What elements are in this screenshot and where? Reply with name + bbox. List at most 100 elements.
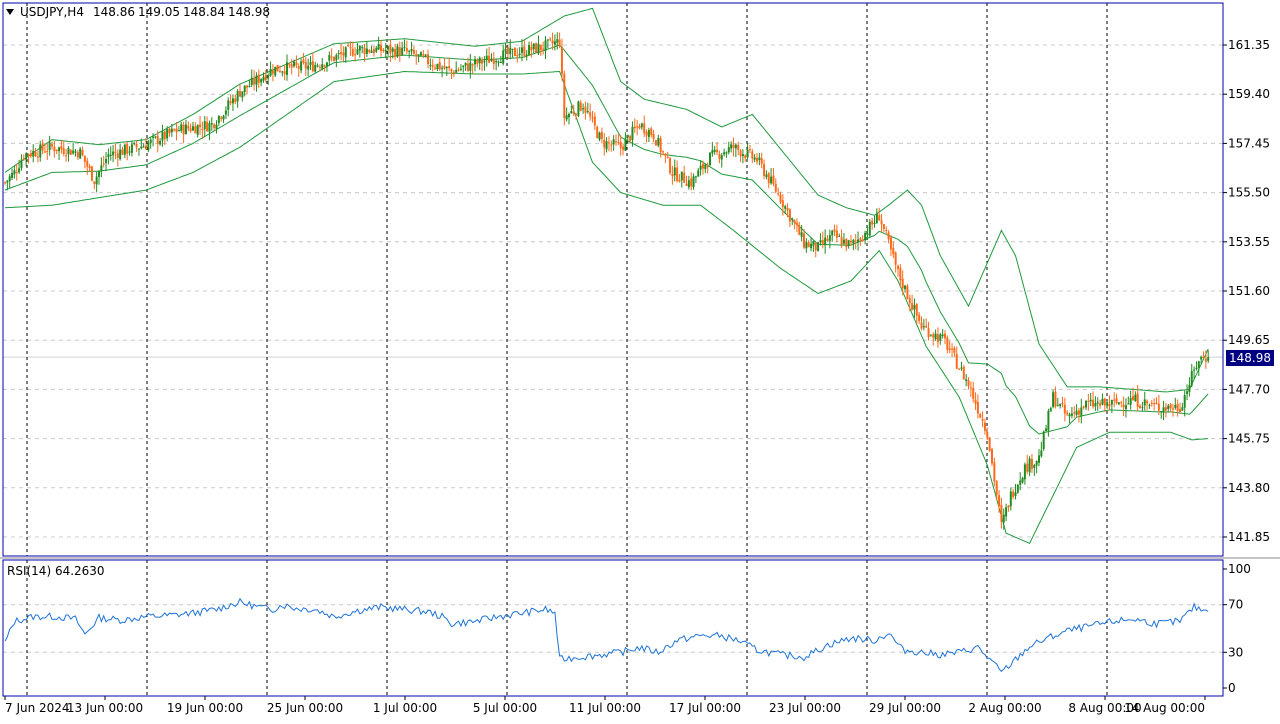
candle-body[interactable] bbox=[546, 39, 549, 41]
candle-body[interactable] bbox=[619, 142, 622, 148]
candle-body[interactable] bbox=[53, 146, 56, 152]
candle-body[interactable] bbox=[307, 65, 310, 70]
candle-body[interactable] bbox=[488, 55, 491, 63]
candle-body[interactable] bbox=[948, 348, 951, 351]
candle-body[interactable] bbox=[137, 148, 140, 150]
candle-body[interactable] bbox=[1054, 391, 1057, 407]
candle-body[interactable] bbox=[1021, 477, 1024, 483]
candle-body[interactable] bbox=[380, 45, 382, 52]
candle-body[interactable] bbox=[593, 116, 596, 126]
candle-body[interactable] bbox=[398, 47, 401, 56]
candle-body[interactable] bbox=[145, 145, 147, 150]
candle-body[interactable] bbox=[403, 46, 406, 48]
candle-body[interactable] bbox=[415, 54, 418, 57]
candle-body[interactable] bbox=[622, 146, 625, 150]
candle-body[interactable] bbox=[1110, 399, 1113, 405]
candle-body[interactable] bbox=[687, 180, 690, 188]
candle-body[interactable] bbox=[8, 176, 11, 182]
candle-body[interactable] bbox=[1007, 505, 1010, 508]
candle-body[interactable] bbox=[857, 239, 860, 243]
candle-body[interactable] bbox=[572, 112, 575, 114]
candle-body[interactable] bbox=[481, 59, 484, 64]
candle-body[interactable] bbox=[478, 57, 481, 64]
candle-body[interactable] bbox=[387, 46, 390, 50]
candle-body[interactable] bbox=[706, 166, 709, 168]
candle-body[interactable] bbox=[866, 233, 869, 235]
candle-body[interactable] bbox=[709, 152, 711, 166]
candle-body[interactable] bbox=[904, 285, 907, 290]
candle-body[interactable] bbox=[337, 53, 340, 55]
candle-body[interactable] bbox=[751, 151, 754, 159]
candle-body[interactable] bbox=[323, 65, 326, 67]
candle-body[interactable] bbox=[229, 101, 232, 104]
candle-body[interactable] bbox=[250, 77, 253, 85]
candle-body[interactable] bbox=[998, 495, 1001, 507]
candle-body[interactable] bbox=[1197, 361, 1200, 368]
candle-body[interactable] bbox=[523, 46, 526, 56]
candle-body[interactable] bbox=[662, 151, 664, 153]
candle-body[interactable] bbox=[1193, 369, 1196, 371]
candle-body[interactable] bbox=[556, 39, 559, 43]
candle-body[interactable] bbox=[208, 123, 211, 132]
candle-body[interactable] bbox=[90, 166, 93, 181]
candle-body[interactable] bbox=[88, 166, 91, 168]
candle-body[interactable] bbox=[297, 66, 300, 69]
candle-body[interactable] bbox=[483, 61, 486, 63]
candle-body[interactable] bbox=[210, 123, 213, 125]
candle-body[interactable] bbox=[1200, 356, 1203, 360]
candle-body[interactable] bbox=[29, 153, 32, 157]
candle-body[interactable] bbox=[199, 124, 202, 128]
candle-body[interactable] bbox=[1195, 367, 1198, 369]
candle-body[interactable] bbox=[170, 128, 173, 133]
candle-body[interactable] bbox=[1171, 408, 1174, 410]
candle-body[interactable] bbox=[850, 240, 852, 243]
candle-body[interactable] bbox=[257, 74, 260, 83]
candle-body[interactable] bbox=[673, 167, 676, 176]
candle-body[interactable] bbox=[976, 402, 979, 414]
candle-body[interactable] bbox=[213, 124, 216, 128]
candle-body[interactable] bbox=[753, 157, 756, 160]
candle-body[interactable] bbox=[727, 147, 730, 153]
candle-body[interactable] bbox=[1134, 394, 1137, 401]
candle-body[interactable] bbox=[1099, 403, 1102, 406]
candle-body[interactable] bbox=[953, 347, 956, 353]
candle-body[interactable] bbox=[365, 48, 368, 54]
candle-body[interactable] bbox=[476, 60, 479, 64]
candle-body[interactable] bbox=[577, 101, 580, 116]
candle-body[interactable] bbox=[911, 302, 914, 311]
candle-body[interactable] bbox=[1167, 405, 1170, 410]
candle-body[interactable] bbox=[772, 175, 775, 184]
candle-body[interactable] bbox=[1033, 465, 1036, 468]
candle-body[interactable] bbox=[760, 158, 763, 164]
candle-body[interactable] bbox=[603, 139, 606, 148]
candle-body[interactable] bbox=[168, 128, 171, 134]
candle-body[interactable] bbox=[539, 44, 542, 50]
candle-body[interactable] bbox=[852, 239, 855, 244]
candle-body[interactable] bbox=[464, 62, 467, 66]
candle-body[interactable] bbox=[927, 328, 930, 338]
candle-body[interactable] bbox=[626, 134, 629, 138]
candle-body[interactable] bbox=[260, 79, 263, 83]
candle-body[interactable] bbox=[624, 138, 627, 151]
candle-body[interactable] bbox=[466, 63, 469, 71]
candle-body[interactable] bbox=[316, 65, 319, 67]
candle-body[interactable] bbox=[1049, 408, 1052, 412]
candle-body[interactable] bbox=[925, 325, 928, 328]
candle-body[interactable] bbox=[363, 47, 366, 54]
candle-body[interactable] bbox=[864, 233, 867, 241]
candle-body[interactable] bbox=[394, 49, 397, 57]
candle-body[interactable] bbox=[763, 164, 766, 177]
candle-body[interactable] bbox=[1070, 413, 1073, 416]
candle-body[interactable] bbox=[182, 124, 185, 135]
candle-body[interactable] bbox=[774, 183, 777, 192]
candle-body[interactable] bbox=[713, 149, 716, 153]
candle-body[interactable] bbox=[236, 90, 239, 102]
candle-body[interactable] bbox=[868, 221, 871, 236]
candle-body[interactable] bbox=[894, 252, 897, 265]
candle-body[interactable] bbox=[1139, 405, 1142, 408]
candle-body[interactable] bbox=[798, 225, 801, 235]
candle-body[interactable] bbox=[889, 237, 892, 250]
candle-body[interactable] bbox=[410, 48, 413, 52]
candle-body[interactable] bbox=[788, 209, 791, 222]
candle-body[interactable] bbox=[1089, 399, 1092, 402]
